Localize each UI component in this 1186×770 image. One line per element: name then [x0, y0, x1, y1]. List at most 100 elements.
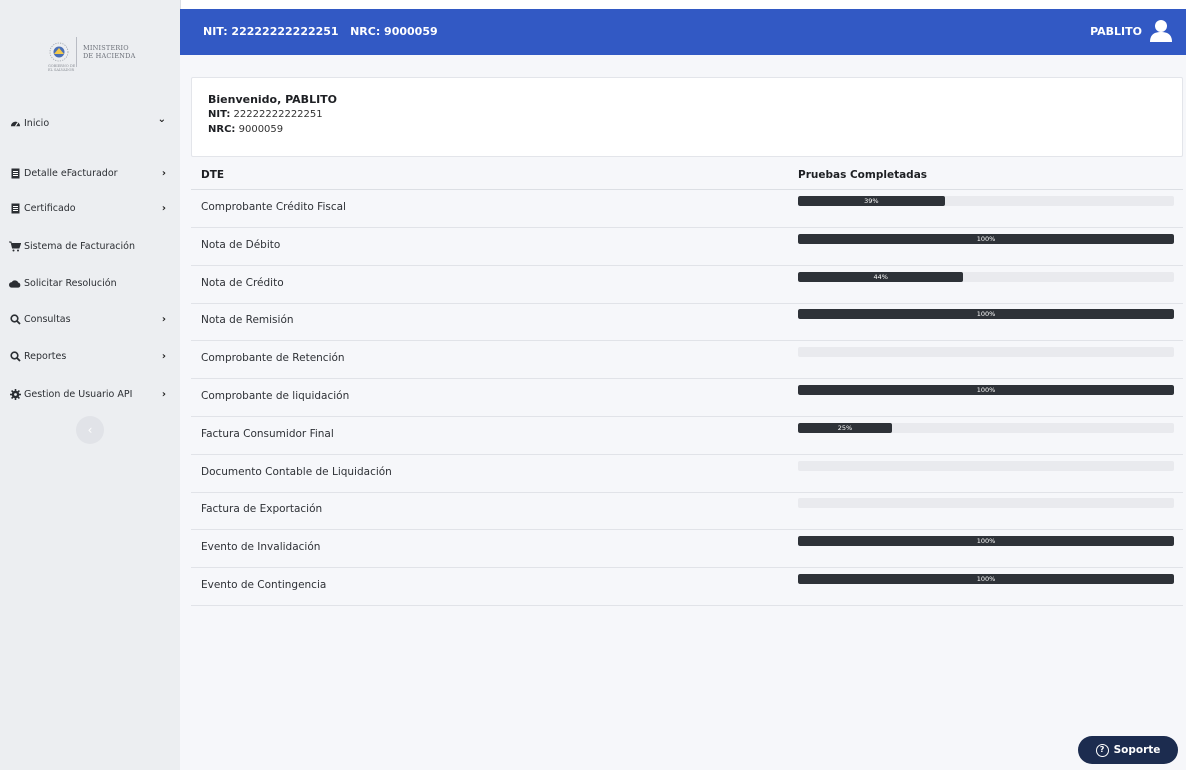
dte-name: Documento Contable de Liquidación [201, 465, 392, 478]
sidebar-item-label: Sistema de Facturación [24, 241, 135, 252]
dte-name: Evento de Contingencia [201, 579, 327, 591]
sidebar-item-certificado[interactable]: Certificado › [0, 203, 180, 214]
logo-line1: MINISTERIO [83, 44, 129, 52]
dte-name: Nota de Remisión [201, 314, 294, 327]
table-row: Evento de Invalidación 100% [191, 529, 1183, 569]
progress-bar: 100% [798, 536, 1174, 547]
progress-bar: 100% [798, 309, 1174, 320]
progress-bar [798, 460, 1174, 471]
sidebar-item-reportes[interactable]: Reportes › [0, 351, 180, 362]
chevron-right-icon: › [161, 168, 166, 179]
table-row: Factura Consumidor Final 25% [191, 416, 1183, 455]
gear-icon [9, 389, 21, 400]
cart-icon [9, 241, 21, 252]
search-icon [9, 351, 21, 362]
sidebar-item-consultas[interactable]: Consultas › [0, 314, 180, 325]
welcome-nrc: NRC: 9000059 [208, 124, 283, 135]
sidebar-item-detalle-efacturador[interactable]: Detalle eFacturador › [0, 168, 180, 179]
progress-bar-fill: 100% [798, 233, 1174, 244]
column-header-progress: Pruebas Completadas [798, 169, 928, 181]
progress-bar-fill: 39% [798, 196, 945, 206]
table-row: Comprobante Crédito Fiscal 39% [191, 189, 1183, 228]
nit-value: 22222222222251 [230, 109, 323, 120]
user-name: PABLITO [1090, 24, 1142, 38]
chevron-down-icon: ⌄ [157, 114, 166, 125]
document-icon [9, 203, 21, 214]
search-icon [9, 314, 21, 325]
progress-bar: 100% [798, 574, 1174, 584]
sidebar: MINISTERIO DE HACIENDA GOBIERNO DE EL SA… [0, 0, 181, 770]
sidebar-item-label: Consultas [24, 314, 71, 325]
user-menu[interactable]: PABLITO [1090, 18, 1174, 44]
support-label: Soporte [1113, 744, 1161, 756]
nit-label: NIT: [208, 109, 231, 120]
progress-bar: 44% [798, 271, 1174, 282]
sidebar-item-label: Detalle eFacturador [24, 168, 118, 179]
sidebar-item-label: Certificado [24, 203, 76, 214]
dte-name: Nota de Crédito [201, 276, 284, 289]
progress-bar: 100% [798, 233, 1174, 244]
welcome-nit: NIT: 22222222222251 [208, 109, 323, 120]
table-row: Evento de Contingencia 100% [191, 567, 1183, 606]
chevron-right-icon: › [161, 351, 166, 362]
sidebar-item-label: Solicitar Resolución [24, 278, 117, 289]
chevron-right-icon: › [161, 314, 166, 325]
header-ids: NIT: 22222222222251 NRC: 9000059 [203, 25, 438, 38]
cloud-icon [9, 279, 21, 288]
chevron-right-icon: › [161, 203, 166, 214]
progress-bar: 39% [798, 196, 1174, 206]
dte-name: Factura Consumidor Final [201, 427, 334, 440]
table-row: Nota de Remisión 100% [191, 302, 1183, 342]
table-row: Nota de Débito 100% [191, 227, 1183, 266]
dte-name: Factura de Exportación [201, 503, 323, 516]
chevron-right-icon: › [161, 389, 166, 400]
table-header: DTE Pruebas Completadas [191, 163, 1183, 190]
table-row: Factura de Exportación [191, 491, 1183, 531]
dte-name: Comprobante de liquidación [201, 390, 350, 402]
nrc-label: NRC: [208, 124, 236, 135]
sidebar-item-label: Gestion de Usuario API [24, 389, 133, 400]
progress-bar: 25% [798, 422, 1174, 433]
progress-bar-fill: 44% [798, 271, 964, 282]
logo-divider [76, 37, 77, 67]
progress-bar-fill: 100% [798, 309, 1174, 320]
support-button[interactable]: ? Soporte [1078, 736, 1178, 764]
sidebar-item-inicio[interactable]: Inicio ⌄ [0, 114, 180, 129]
table-row: Documento Contable de Liquidación [191, 454, 1183, 493]
progress-bar-fill: 100% [798, 574, 1174, 584]
user-icon [1150, 20, 1172, 42]
dte-name: Nota de Débito [201, 238, 281, 251]
sidebar-item-sistema-de-facturacion[interactable]: Sistema de Facturación [0, 241, 180, 252]
main-content: Bienvenido, PABLITO NIT: 22222222222251 … [180, 55, 1186, 770]
dte-name: Comprobante de Retención [201, 352, 345, 365]
sidebar-item-solicitar-resolucion[interactable]: Solicitar Resolución [0, 278, 180, 289]
coat-of-arms-icon [48, 41, 70, 63]
seal-caption-line2: EL SALVADOR [48, 68, 74, 72]
progress-bar-fill: 100% [798, 536, 1174, 547]
help-icon: ? [1095, 743, 1109, 757]
table-row: Nota de Crédito 44% [191, 265, 1183, 304]
welcome-card: Bienvenido, PABLITO NIT: 22222222222251 … [191, 77, 1183, 157]
welcome-greeting: Bienvenido, PABLITO [208, 93, 338, 106]
dte-name: Evento de Invalidación [201, 541, 321, 554]
progress-bar-fill: 25% [798, 422, 892, 433]
logo-line2: DE HACIENDA [83, 52, 136, 60]
progress-bar [798, 347, 1174, 358]
seal-caption: GOBIERNO DE EL SALVADOR [48, 64, 75, 72]
dte-name: Comprobante Crédito Fiscal [201, 201, 346, 213]
table-row: Comprobante de Retención [191, 340, 1183, 380]
progress-bar: 100% [798, 385, 1174, 395]
table-row: Comprobante de liquidación 100% [191, 378, 1183, 417]
sidebar-item-gestion-de-usuario-api[interactable]: Gestion de Usuario API › [0, 389, 180, 400]
nrc-value: 9000059 [235, 124, 284, 135]
top-header: NIT: 22222222222251 NRC: 9000059 PABLITO [180, 9, 1186, 55]
logo-text: MINISTERIO DE HACIENDA [83, 44, 135, 60]
sidebar-item-label: Inicio [24, 118, 50, 129]
column-header-dte: DTE [201, 169, 225, 181]
collapse-sidebar-button[interactable]: ‹ [76, 416, 104, 444]
progress-bar [798, 498, 1174, 509]
dashboard-icon [9, 118, 21, 129]
document-icon [9, 168, 21, 179]
sidebar-item-label: Reportes [24, 351, 67, 362]
progress-bar-fill: 100% [798, 385, 1174, 395]
